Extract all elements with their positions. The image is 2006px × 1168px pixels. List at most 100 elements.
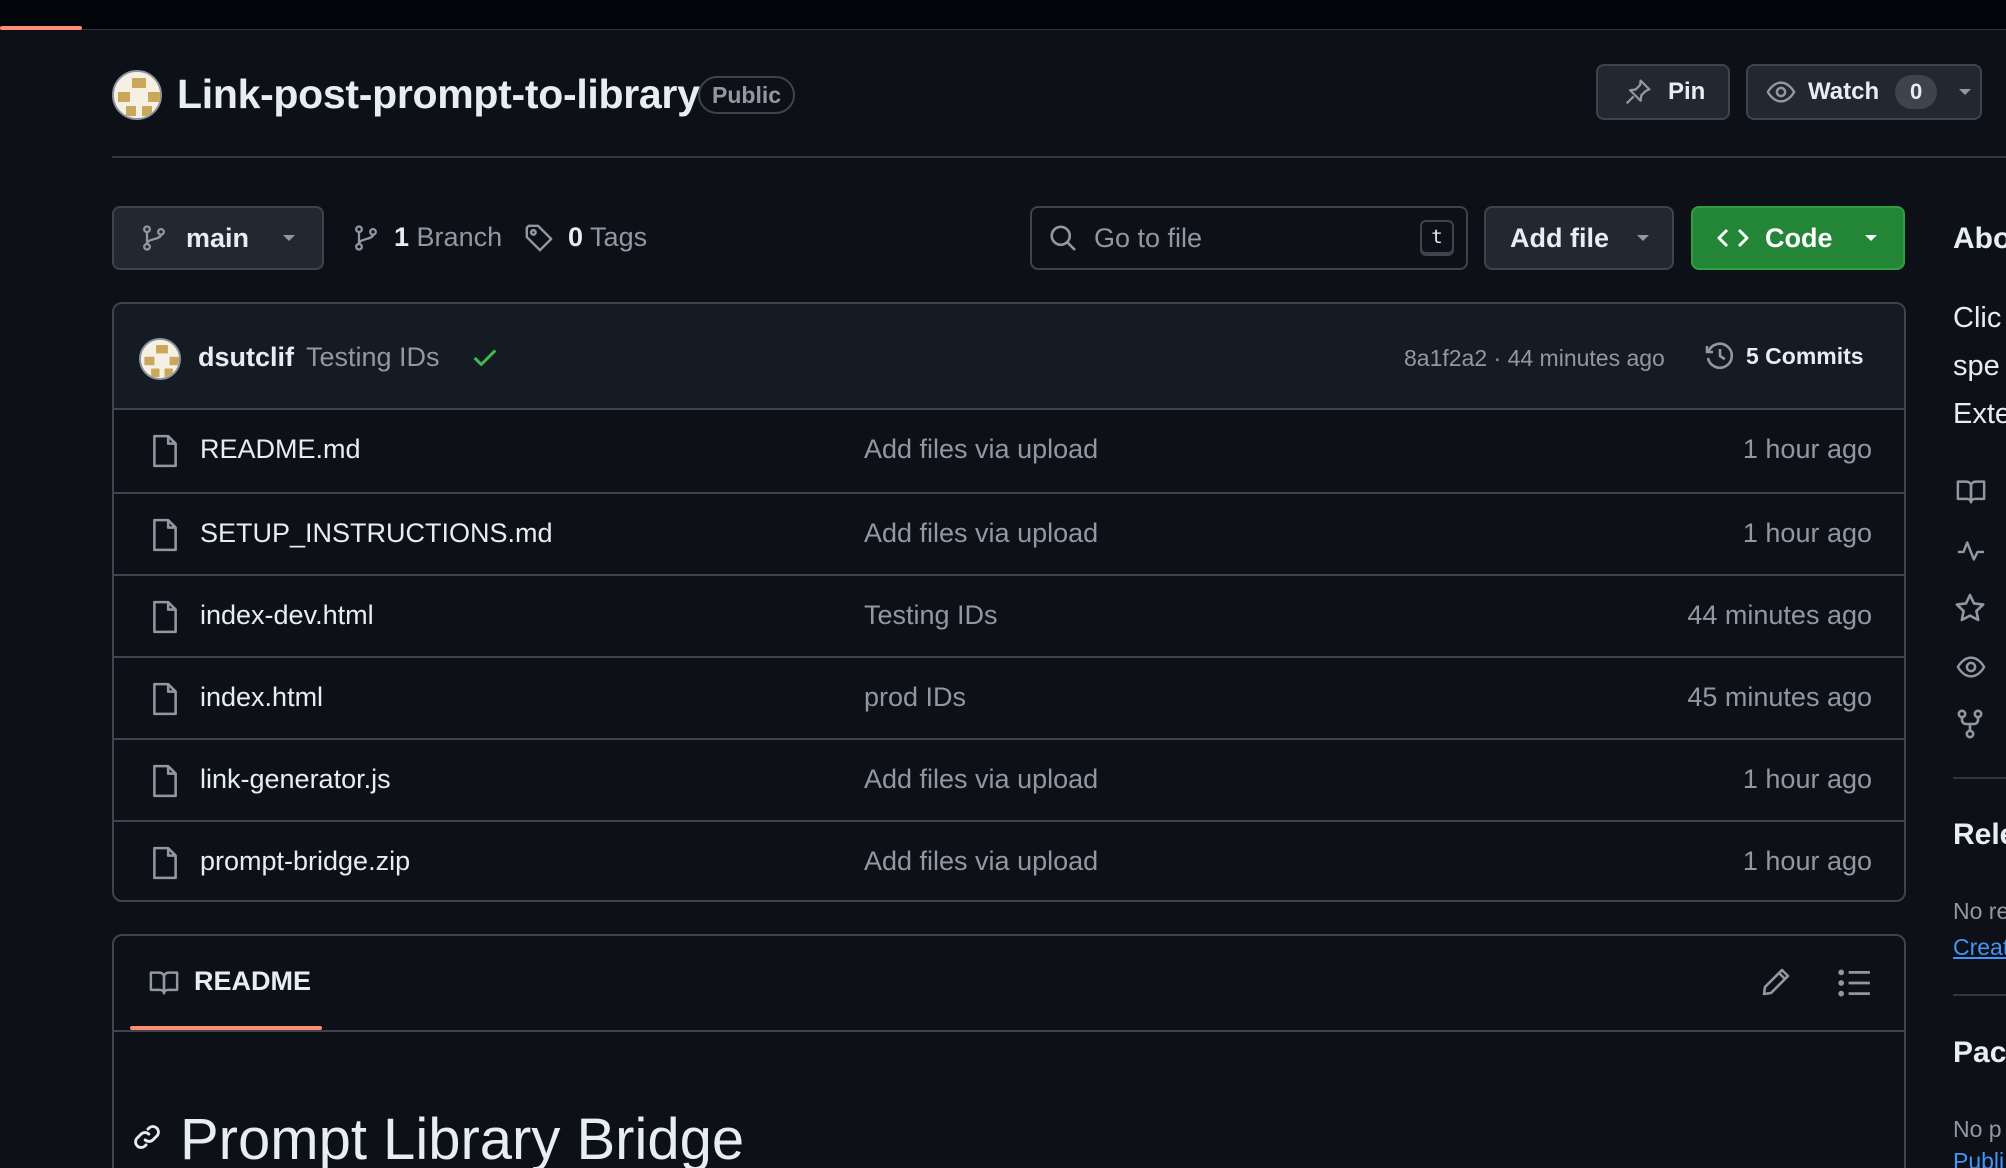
fork-icon[interactable] (1954, 708, 1986, 740)
code-button[interactable]: Code (1691, 206, 1905, 270)
global-top-bar (0, 0, 2006, 30)
file-row[interactable]: index-dev.html Testing IDs 44 minutes ago (114, 574, 1904, 656)
publish-package-link[interactable]: Publi (1953, 1148, 2004, 1168)
file-icon (150, 682, 180, 716)
branch-selector[interactable]: main (112, 206, 324, 270)
file-name-link[interactable]: link-generator.js (200, 764, 391, 795)
file-name-link[interactable]: prompt-bridge.zip (200, 846, 410, 877)
tags-link[interactable]: 0 Tags (524, 222, 647, 253)
active-tab-underline (0, 26, 82, 30)
star-icon[interactable] (1954, 592, 1986, 624)
outline-button[interactable] (1838, 968, 1872, 998)
branch-name: main (186, 222, 250, 253)
file-browser: dsutclif Testing IDs 8a1f2a2 · 44 minute… (112, 302, 1906, 902)
file-commit-message-link[interactable]: Add files via upload (864, 764, 1098, 795)
packages-empty-text: No p (1953, 1116, 2002, 1142)
file-commit-time: 1 hour ago (1742, 518, 1872, 548)
commits-history-link[interactable]: 5 Commits (1704, 340, 1864, 372)
file-commit-message-link[interactable]: prod IDs (864, 682, 966, 713)
file-icon (150, 600, 180, 634)
caret-down-icon (1863, 233, 1879, 243)
list-icon (1838, 968, 1872, 998)
author-avatar[interactable] (139, 338, 181, 380)
pin-icon (1624, 78, 1652, 106)
about-heading: Abo (1953, 222, 2006, 255)
file-name-link[interactable]: README.md (200, 434, 361, 465)
file-commit-time: 1 hour ago (1742, 846, 1872, 876)
releases-empty-text: No re (1953, 898, 2006, 924)
about-description-line: Exte (1953, 398, 2006, 430)
branch-count-label: Branch (416, 222, 503, 252)
file-row[interactable]: prompt-bridge.zip Add files via upload 1 h… (114, 820, 1904, 900)
go-to-file-input[interactable]: Go to file t (1030, 206, 1468, 270)
link-icon[interactable] (132, 1122, 162, 1152)
file-row[interactable]: index.html prod IDs 45 minutes ago (114, 656, 1904, 738)
caret-down-icon (281, 233, 297, 243)
commit-hash-and-time[interactable]: 8a1f2a2 · 44 minutes ago (1404, 345, 1665, 372)
file-commit-message-link[interactable]: Testing IDs (864, 600, 998, 631)
add-file-button[interactable]: Add file (1484, 206, 1674, 270)
readme-tab[interactable]: README (148, 966, 311, 997)
sidebar-divider (1953, 994, 2006, 996)
file-row[interactable]: SETUP_INSTRUCTIONS.md Add files via uploa… (114, 492, 1904, 574)
branch-icon (352, 223, 380, 253)
file-commit-time: 1 hour ago (1742, 434, 1872, 464)
file-commit-time: 45 minutes ago (1687, 682, 1872, 712)
readme-panel: README Prompt Library Bridge (112, 934, 1906, 1168)
commit-author-link[interactable]: dsutclif (198, 342, 294, 373)
eye-icon[interactable] (1954, 652, 1988, 682)
history-icon (1704, 340, 1736, 372)
tag-count-number: 0 (568, 222, 584, 252)
commit-message-link[interactable]: Testing IDs (306, 342, 440, 373)
file-commit-time: 1 hour ago (1742, 764, 1872, 794)
go-to-file-placeholder: Go to file (1094, 222, 1203, 253)
releases-heading[interactable]: Rele (1953, 818, 2006, 852)
caret-down-icon (1635, 233, 1651, 243)
file-row[interactable]: link-generator.js Add files via upload 1 h… (114, 738, 1904, 820)
latest-commit-bar: dsutclif Testing IDs 8a1f2a2 · 44 minute… (114, 304, 1904, 410)
file-row[interactable]: README.md Add files via upload 1 hour ago (114, 410, 1904, 492)
branches-link[interactable]: 1 Branch (352, 222, 502, 253)
file-commit-time: 44 minutes ago (1687, 600, 1872, 630)
file-icon (150, 518, 180, 552)
watch-count: 0 (1895, 75, 1938, 109)
file-commit-message-link[interactable]: Add files via upload (864, 846, 1098, 877)
code-icon (1717, 225, 1749, 251)
code-label: Code (1765, 222, 1833, 253)
caret-down-icon (1957, 87, 1973, 97)
file-commit-message-link[interactable]: Add files via upload (864, 518, 1098, 549)
file-name-link[interactable]: index.html (200, 682, 323, 713)
file-commit-message-link[interactable]: Add files via upload (864, 434, 1098, 465)
file-name-link[interactable]: index-dev.html (200, 600, 374, 631)
file-name-link[interactable]: SETUP_INSTRUCTIONS.md (200, 518, 553, 549)
sidebar-divider (1953, 777, 2006, 779)
file-icon (150, 846, 180, 880)
pin-label: Pin (1668, 78, 1706, 105)
repo-name-link[interactable]: Link-post-prompt-to-library (177, 71, 700, 118)
packages-heading[interactable]: Pacl (1953, 1036, 2006, 1070)
create-release-link[interactable]: Creat (1953, 934, 2006, 961)
check-icon[interactable] (470, 342, 500, 372)
readme-tab-label: README (194, 966, 312, 996)
pencil-icon (1760, 966, 1792, 998)
edit-readme-button[interactable] (1760, 966, 1792, 998)
visibility-badge: Public (698, 76, 796, 114)
readme-header: README (114, 936, 1904, 1032)
tag-count-label: Tags (590, 222, 648, 252)
search-icon (1048, 223, 1078, 253)
branch-icon (140, 223, 168, 253)
tag-icon (524, 223, 554, 253)
book-icon[interactable] (1954, 476, 1988, 506)
pin-button[interactable]: Pin (1596, 64, 1730, 120)
watch-label: Watch (1808, 78, 1880, 105)
keyboard-shortcut-hint: t (1420, 220, 1454, 256)
watch-button[interactable]: Watch 0 (1746, 64, 1982, 120)
add-file-label: Add file (1510, 222, 1609, 253)
activity-icon[interactable] (1954, 536, 1988, 566)
file-icon (150, 434, 180, 468)
book-icon (148, 967, 180, 997)
readme-heading: Prompt Library Bridge (180, 1107, 745, 1168)
owner-avatar[interactable] (112, 70, 162, 120)
header-divider (112, 156, 2006, 158)
branch-count-number: 1 (394, 222, 410, 252)
